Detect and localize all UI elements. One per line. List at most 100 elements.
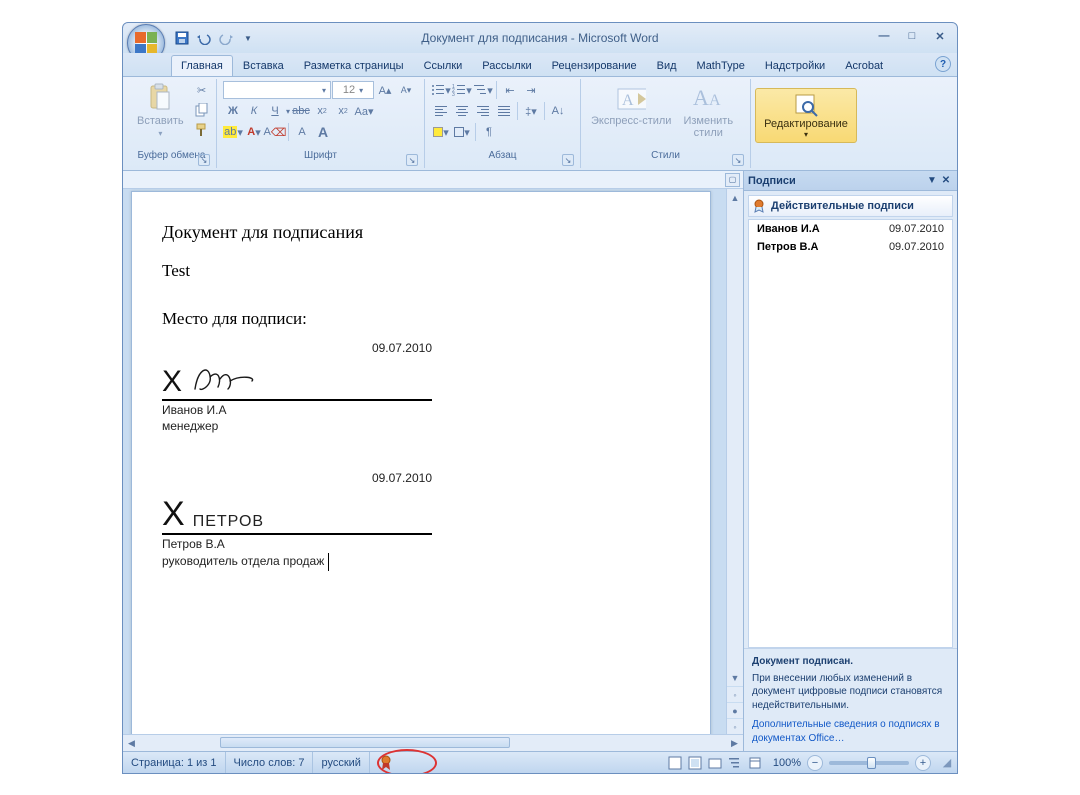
view-web-icon[interactable]	[705, 754, 725, 772]
font-size-select[interactable]: 12▾	[332, 81, 374, 99]
horizontal-scrollbar[interactable]: ◀ ▶	[123, 734, 743, 751]
status-resize-grip[interactable]: ◢	[937, 754, 957, 772]
line-spacing-button[interactable]: ‡▾	[521, 102, 541, 120]
view-draft-icon[interactable]	[745, 754, 765, 772]
zoom-slider-thumb[interactable]	[867, 757, 876, 769]
maximize-button[interactable]: □	[901, 27, 923, 45]
shading-button[interactable]: ▾	[431, 123, 451, 141]
tab-mathtype[interactable]: MathType	[687, 55, 755, 76]
tab-acrobat[interactable]: Acrobat	[835, 55, 893, 76]
styles-launcher[interactable]: ↘	[732, 154, 744, 166]
para-launcher[interactable]: ↘	[562, 154, 574, 166]
scroll-left-icon[interactable]: ◀	[123, 735, 140, 751]
signature-block-1[interactable]: 09.07.2010 X Иванов И.А менеджер	[162, 341, 432, 433]
borders-button[interactable]: ▾	[452, 123, 472, 141]
tab-references[interactable]: Ссылки	[414, 55, 473, 76]
close-button[interactable]: ✕	[929, 27, 951, 45]
browse-object-icon[interactable]: ●	[727, 702, 743, 718]
tab-addins[interactable]: Надстройки	[755, 55, 835, 76]
superscript-button[interactable]: x2	[333, 102, 353, 120]
zoom-slider[interactable]	[829, 761, 909, 765]
scroll-up-icon[interactable]: ▲	[727, 189, 743, 206]
numbering-button[interactable]: 123▾	[452, 81, 472, 99]
browse-prev-icon[interactable]: ◦	[727, 686, 743, 702]
view-print-layout-icon[interactable]	[665, 754, 685, 772]
pane-close-icon[interactable]: ✕	[939, 174, 953, 188]
signature-indicator-icon[interactable]	[378, 755, 394, 771]
status-language[interactable]: русский	[313, 752, 369, 773]
zoom-in-button[interactable]: +	[915, 755, 931, 771]
multilevel-button[interactable]: ▾	[473, 81, 493, 99]
big-a-button[interactable]: A	[313, 123, 333, 141]
sort-button[interactable]: A↓	[548, 102, 568, 120]
document-viewport[interactable]: Документ для подписания Test Место для п…	[123, 189, 743, 734]
redo-icon[interactable]	[217, 29, 235, 47]
font-color-button[interactable]: A▾	[244, 123, 264, 141]
scroll-right-icon[interactable]: ▶	[726, 735, 743, 751]
page[interactable]: Документ для подписания Test Место для п…	[131, 191, 711, 734]
undo-icon[interactable]	[195, 29, 213, 47]
font-name-select[interactable]: ▾	[223, 81, 331, 99]
copy-icon[interactable]	[192, 101, 212, 119]
subscript-button[interactable]: x2	[312, 102, 332, 120]
tab-home[interactable]: Главная	[171, 55, 233, 76]
editing-button[interactable]: Редактирование ▾	[755, 88, 857, 143]
signature-row[interactable]: Петров В.А 09.07.2010	[749, 238, 952, 256]
format-painter-icon[interactable]	[192, 121, 212, 139]
pane-menu-icon[interactable]: ▼	[925, 174, 939, 188]
quick-styles-label: Экспресс-стили	[591, 115, 671, 127]
underline-button[interactable]: Ч	[265, 102, 285, 120]
tab-mailings[interactable]: Рассылки	[472, 55, 541, 76]
signature2-date: 09.07.2010	[162, 471, 432, 485]
scroll-down-icon[interactable]: ▼	[727, 669, 743, 686]
tab-insert[interactable]: Вставка	[233, 55, 294, 76]
view-fullscreen-icon[interactable]	[685, 754, 705, 772]
help-icon[interactable]: ?	[935, 56, 951, 72]
qat-customize-icon[interactable]: ▼	[239, 29, 257, 47]
small-a-button[interactable]: A	[292, 123, 312, 141]
shrink-font-icon[interactable]: A▾	[396, 81, 416, 99]
increase-indent-button[interactable]: ⇥	[521, 81, 541, 99]
change-styles-icon: AA	[693, 83, 723, 113]
show-marks-button[interactable]: ¶	[479, 123, 499, 141]
font-launcher[interactable]: ↘	[406, 154, 418, 166]
browse-next-icon[interactable]: ◦	[727, 718, 743, 734]
paste-button[interactable]: Вставить ▾	[133, 81, 188, 140]
bold-button[interactable]: Ж	[223, 102, 243, 120]
ruler-toggle[interactable]: ▢	[725, 173, 740, 187]
tab-view[interactable]: Вид	[647, 55, 687, 76]
align-left-button[interactable]	[431, 102, 451, 120]
tab-review[interactable]: Рецензирование	[542, 55, 647, 76]
change-case-button[interactable]: Aa▾	[354, 102, 374, 120]
ruler: ▢	[123, 171, 743, 189]
italic-button[interactable]: К	[244, 102, 264, 120]
align-center-button[interactable]	[452, 102, 472, 120]
highlight-button[interactable]: ab▾	[223, 123, 243, 141]
signature-block-2[interactable]: 09.07.2010 X ПЕТРОВ Петров В.А руководит…	[162, 471, 432, 571]
signatures-more-link[interactable]: Дополнительные сведения о подписях в док…	[752, 719, 940, 744]
zoom-level[interactable]: 100%	[773, 757, 801, 769]
bullets-button[interactable]: ▾	[431, 81, 451, 99]
status-wordcount[interactable]: Число слов: 7	[226, 752, 314, 773]
signature-row[interactable]: Иванов И.А 09.07.2010	[749, 220, 952, 238]
status-page[interactable]: Страница: 1 из 1	[123, 752, 226, 773]
view-outline-icon[interactable]	[725, 754, 745, 772]
hscroll-thumb[interactable]	[220, 737, 510, 748]
zoom-out-button[interactable]: −	[807, 755, 823, 771]
grow-font-icon[interactable]: A▴	[375, 81, 395, 99]
quick-styles-icon: A	[616, 83, 646, 113]
align-right-button[interactable]	[473, 102, 493, 120]
vertical-scrollbar[interactable]: ▲ ▼ ◦ ● ◦	[726, 189, 743, 734]
save-icon[interactable]	[173, 29, 191, 47]
clear-format-button[interactable]: A⌫	[265, 123, 285, 141]
quick-styles-button[interactable]: A Экспресс-стили	[587, 81, 675, 129]
decrease-indent-button[interactable]: ⇤	[500, 81, 520, 99]
tab-page-layout[interactable]: Разметка страницы	[294, 55, 414, 76]
align-justify-button[interactable]	[494, 102, 514, 120]
strike-button[interactable]: abc	[291, 102, 311, 120]
minimize-button[interactable]: —	[873, 27, 895, 45]
workspace: ▢ Документ для подписания Test Место для…	[123, 171, 957, 751]
cut-icon[interactable]: ✂	[192, 81, 212, 99]
clipboard-launcher[interactable]: ↘	[198, 154, 210, 166]
change-styles-button[interactable]: AA Изменить стили	[679, 81, 737, 141]
